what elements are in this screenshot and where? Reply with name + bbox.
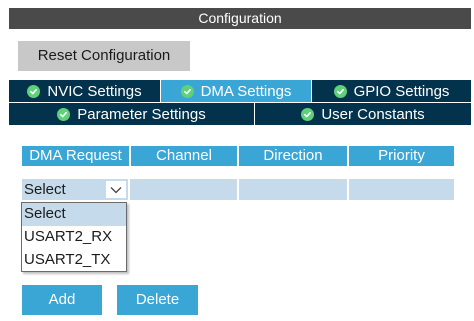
tab-user-constants[interactable]: User Constants [254, 103, 471, 125]
tab-label: Parameter Settings [77, 105, 206, 123]
reset-configuration-button[interactable]: Reset Configuration [18, 41, 190, 71]
direction-cell [237, 179, 347, 200]
priority-cell [347, 179, 454, 200]
check-icon [180, 84, 194, 98]
tab-row-2: Parameter Settings User Constants [9, 103, 471, 125]
check-icon [301, 107, 315, 121]
check-icon [57, 107, 71, 121]
dma-request-select[interactable]: Select [22, 179, 128, 200]
tab-label: User Constants [321, 105, 425, 123]
tab-parameter-settings[interactable]: Parameter Settings [9, 103, 254, 125]
channel-cell [128, 179, 237, 200]
column-header-dma-request[interactable]: DMA Request [22, 146, 129, 166]
dropdown-option-usart2-rx[interactable]: USART2_RX [22, 226, 126, 249]
tab-dma-settings[interactable]: DMA Settings [160, 80, 311, 102]
tab-nvic-settings[interactable]: NVIC Settings [9, 80, 160, 102]
check-icon [333, 84, 347, 98]
dma-request-dropdown: Select USART2_RX USART2_TX [21, 202, 127, 272]
tab-label: NVIC Settings [47, 82, 142, 100]
dma-table-header: DMA Request Channel Direction Priority [22, 146, 454, 166]
column-header-direction[interactable]: Direction [237, 146, 347, 166]
add-button[interactable]: Add [22, 285, 102, 315]
tab-label: GPIO Settings [353, 82, 450, 100]
delete-button[interactable]: Delete [117, 285, 198, 315]
chevron-down-icon[interactable] [106, 181, 126, 198]
select-value: Select [24, 181, 66, 198]
tab-gpio-settings[interactable]: GPIO Settings [311, 80, 471, 102]
column-header-priority[interactable]: Priority [347, 146, 454, 166]
check-icon [27, 84, 41, 98]
tab-row-1: NVIC Settings DMA Settings GPIO Settings [9, 80, 471, 102]
dropdown-option-usart2-tx[interactable]: USART2_TX [22, 249, 126, 272]
table-row: Select [22, 179, 454, 200]
tab-label: DMA Settings [200, 82, 292, 100]
dropdown-option-select[interactable]: Select [22, 203, 126, 226]
panel-title: Configuration [9, 8, 471, 29]
column-header-channel[interactable]: Channel [129, 146, 237, 166]
